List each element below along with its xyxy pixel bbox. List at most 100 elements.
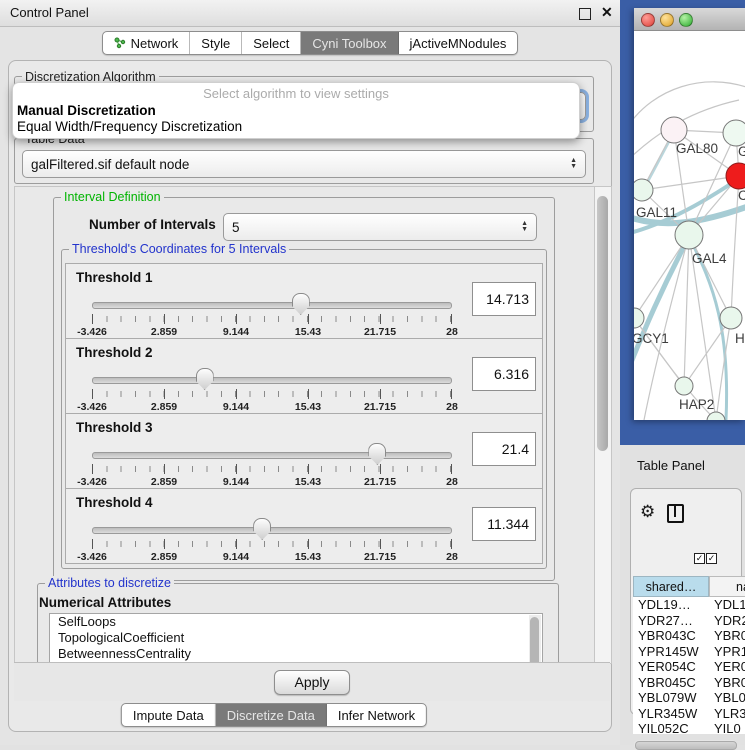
table-row[interactable]: YBR045CYBR0 xyxy=(633,675,745,691)
table-panel-body: ⚙ ✓ ✓ shared… na YDL19…YDL1 YDR27…YDR2 Y… xyxy=(630,488,742,715)
threshold-4-value-field[interactable]: 11.344 xyxy=(472,507,536,541)
attributes-to-discretize-title: Attributes to discretize xyxy=(45,576,174,590)
table-data-combo-value: galFiltered.sif default node xyxy=(31,157,189,172)
table-panel-title: Table Panel xyxy=(637,458,705,473)
table-data-combo[interactable]: galFiltered.sif default node ▲▼ xyxy=(22,150,586,178)
threshold-2-value-field[interactable]: 6.316 xyxy=(472,357,536,391)
threshold-4-row: Threshold 4 -3.426 2.859 9.144 15.43 21.… xyxy=(65,488,543,564)
column-header-name[interactable]: na xyxy=(709,576,745,597)
slider-track[interactable] xyxy=(92,377,452,384)
threshold-1-value-field[interactable]: 14.713 xyxy=(472,282,536,316)
threshold-4-label: Threshold 4 xyxy=(76,495,153,510)
slider-thumb[interactable] xyxy=(292,293,310,315)
table-row[interactable]: YBL079WYBL0 xyxy=(633,690,745,706)
table-row[interactable]: YDR27…YDR2 xyxy=(633,613,745,629)
slider-track[interactable] xyxy=(92,527,452,534)
threshold-1-label: Threshold 1 xyxy=(76,270,153,285)
popup-option-manual-discretization[interactable]: Manual Discretization xyxy=(17,103,156,118)
tab-select[interactable]: Select xyxy=(242,32,301,54)
close-icon[interactable]: ✕ xyxy=(601,4,613,21)
tab-jactivemnodules[interactable]: jActiveMNodules xyxy=(399,32,518,54)
node-label-c: C xyxy=(738,188,745,203)
number-of-intervals-combo[interactable]: 5 ▲▼ xyxy=(223,213,537,241)
table-row[interactable]: YDL19…YDL1 xyxy=(633,597,745,613)
node-gcy1[interactable] xyxy=(634,308,644,328)
control-panel: Control Panel ✕ Network Style Select Cyn… xyxy=(0,0,620,745)
slider-minor-ticks xyxy=(92,316,451,322)
threshold-1-slider[interactable]: -3.426 2.859 9.144 15.43 21.715 28 xyxy=(92,290,452,336)
popup-option-equal-width-frequency[interactable]: Equal Width/Frequency Discretization xyxy=(17,119,242,134)
combo-stepper-icon: ▲▼ xyxy=(521,221,528,233)
network-graph: GAL80 GA C GAL11 GAL4 GCY1 H HAP2 xyxy=(634,30,745,420)
table-row[interactable]: YLR345WYLR3 xyxy=(633,706,745,722)
list-item[interactable]: TopologicalCoefficient xyxy=(50,630,542,646)
table-row[interactable]: YER054CYER0 xyxy=(633,659,745,675)
table-row[interactable]: YIL052CYIL0 xyxy=(633,721,745,734)
float-window-icon[interactable] xyxy=(579,8,591,20)
node-label-gal11: GAL11 xyxy=(636,205,677,220)
threshold-3-slider[interactable]: -3.426 2.859 9.144 15.43 21.715 28 xyxy=(92,440,452,486)
network-canvas[interactable]: GAL80 GA C GAL11 GAL4 GCY1 H HAP2 xyxy=(634,30,745,420)
node-gal80[interactable] xyxy=(661,117,687,143)
threshold-4-slider[interactable]: -3.426 2.859 9.144 15.43 21.715 28 xyxy=(92,515,452,561)
checkbox-icon[interactable]: ✓ xyxy=(694,553,705,564)
slider-thumb[interactable] xyxy=(253,518,271,540)
minimize-traffic-light-icon[interactable] xyxy=(660,13,674,27)
column-view-icon[interactable] xyxy=(667,504,684,523)
node-ga[interactable] xyxy=(723,120,745,146)
checkbox-icon[interactable]: ✓ xyxy=(706,553,717,564)
slider-thumb[interactable] xyxy=(196,368,214,390)
list-item[interactable]: BetweennessCentrality xyxy=(50,646,542,662)
list-scrollbar-thumb[interactable] xyxy=(530,617,539,664)
table-row[interactable]: YBR043CYBR0 xyxy=(633,628,745,644)
apply-row: Apply xyxy=(14,662,610,701)
tab-jactivemnodules-label: jActiveMNodules xyxy=(410,36,507,51)
node-attribute-table[interactable]: shared… na YDL19…YDL1 YDR27…YDR2 YBR043C… xyxy=(633,576,745,734)
node-hap2[interactable] xyxy=(675,377,693,395)
panel-scrollbar-thumb[interactable] xyxy=(597,196,608,451)
control-panel-title: Control Panel xyxy=(10,5,89,20)
zoom-traffic-light-icon[interactable] xyxy=(679,13,693,27)
gear-icon[interactable]: ⚙ xyxy=(640,503,655,520)
tab-infer-network[interactable]: Infer Network xyxy=(327,704,426,726)
threshold-2-slider[interactable]: -3.426 2.859 9.144 15.43 21.715 28 xyxy=(92,365,452,411)
network-view-window[interactable]: GAL80 GA C GAL11 GAL4 GCY1 H HAP2 xyxy=(634,8,745,420)
list-item[interactable]: SelfLoops xyxy=(50,614,542,630)
slider-track[interactable] xyxy=(92,452,452,459)
slider-minor-ticks xyxy=(92,466,451,472)
close-traffic-light-icon[interactable] xyxy=(641,13,655,27)
node-h[interactable] xyxy=(720,307,742,329)
number-of-intervals-value: 5 xyxy=(232,220,240,235)
threshold-2-label: Threshold 2 xyxy=(76,345,153,360)
tab-select-label: Select xyxy=(253,36,289,51)
tab-cyni-toolbox[interactable]: Cyni Toolbox xyxy=(301,32,398,54)
tab-network[interactable]: Network xyxy=(103,32,191,54)
combo-stepper-icon: ▲▼ xyxy=(570,158,577,170)
number-of-intervals-label: Number of Intervals xyxy=(89,217,216,232)
tab-cyni-toolbox-label: Cyni Toolbox xyxy=(312,36,386,51)
node-label-gal80: GAL80 xyxy=(676,141,718,156)
tab-impute-data-label: Impute Data xyxy=(133,708,204,723)
column-header-shared-name[interactable]: shared… xyxy=(633,576,709,597)
slider-track[interactable] xyxy=(92,302,452,309)
tab-impute-data[interactable]: Impute Data xyxy=(122,704,216,726)
threshold-3-row: Threshold 3 -3.426 2.859 9.144 15.43 21.… xyxy=(65,413,543,489)
node-gal4[interactable] xyxy=(675,221,703,249)
control-panel-titlebar: Control Panel ✕ xyxy=(0,0,620,27)
node-gal11[interactable] xyxy=(634,179,653,201)
apply-button[interactable]: Apply xyxy=(274,670,350,695)
slider-minor-ticks xyxy=(92,391,451,397)
tab-style[interactable]: Style xyxy=(190,32,242,54)
table-row[interactable]: YPR145WYPR1 xyxy=(633,644,745,660)
table-horizontal-scrollbar-thumb[interactable] xyxy=(635,741,737,750)
settings-scroll-area: Interval Definition Number of Intervals … xyxy=(14,186,596,664)
slider-thumb[interactable] xyxy=(368,443,386,465)
panel-scrollbar[interactable] xyxy=(594,186,612,664)
list-scrollbar[interactable] xyxy=(529,615,541,664)
tab-discretize-data[interactable]: Discretize Data xyxy=(216,704,327,726)
threshold-3-label: Threshold 3 xyxy=(76,420,153,435)
numerical-attributes-list[interactable]: SelfLoops TopologicalCoefficient Between… xyxy=(49,613,543,664)
network-window-titlebar[interactable] xyxy=(634,8,745,31)
threshold-1-row: Threshold 1 -3.426 2.859 9.144 15.43 21.… xyxy=(65,263,543,339)
threshold-3-value-field[interactable]: 21.4 xyxy=(472,432,536,466)
